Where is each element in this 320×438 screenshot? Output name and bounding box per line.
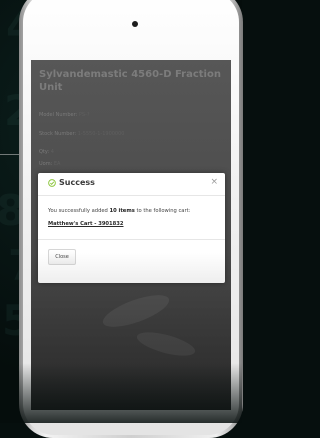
modal-divider [38,239,225,240]
success-modal: Success × You successfully added 10 item… [38,173,225,283]
page-title: Sylvandemastic 4560-D Fraction Unit [39,69,221,93]
info-row-qty: Qty: 4 [39,149,54,156]
info-label: Uom: [39,161,53,167]
modal-header: Success × [38,173,225,196]
phone-screen: Sylvandemastic 4560-D Fraction Unit Mode… [31,60,231,410]
info-value: 1-5550-1-1900000 [77,131,125,137]
item-quantity: 10 items [109,208,135,214]
info-value: PS-? [78,112,90,118]
cart-link[interactable]: Matthew's Cart - 3901832 [48,221,124,228]
info-label: Qty: [39,149,50,155]
info-row-model: Model Number: PS-? [39,112,90,119]
info-row-stock: Stock Number: 1-5550-1-1900000 [39,131,124,138]
info-value: 4 [50,149,54,155]
camera-dot [132,21,138,27]
info-value: EA [53,161,61,167]
product-image-blur [134,327,198,361]
check-circle-icon [48,179,56,187]
close-button[interactable]: Close [48,249,76,265]
info-label: Stock Number: [39,131,77,137]
success-message: You successfully added 10 items to the f… [48,208,190,215]
info-label: Model Number: [39,112,78,118]
message-suffix: to the following cart: [136,208,191,214]
info-row-uom: Uom: EA [39,161,60,168]
modal-title: Success [59,178,95,187]
product-image-blur [99,288,173,334]
message-prefix: You successfully added [48,208,108,214]
close-icon[interactable]: × [210,177,218,187]
